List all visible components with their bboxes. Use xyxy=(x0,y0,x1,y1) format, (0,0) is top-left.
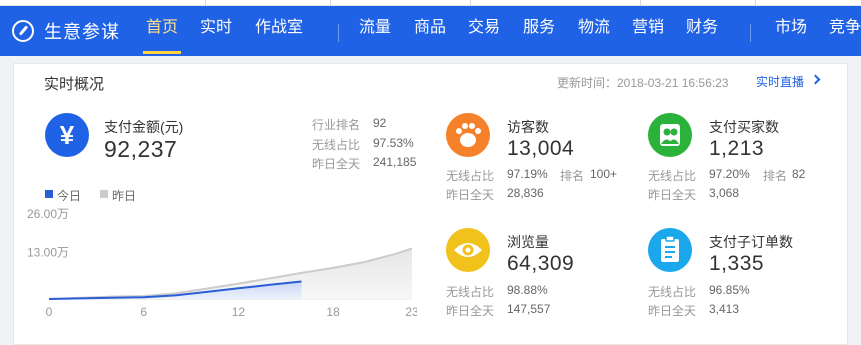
buyers-rank-label: 排名 xyxy=(763,169,788,183)
nav-divider xyxy=(750,24,751,42)
nav-item-realtime[interactable]: 实时 xyxy=(200,6,232,56)
buyers-yesterday-value: 3,068 xyxy=(709,186,740,200)
nav-item-products[interactable]: 商品 xyxy=(414,6,446,56)
visitors-yesterday-label: 昨日全天 xyxy=(446,188,495,202)
nav-item-competition[interactable]: 竞争 xyxy=(829,6,861,56)
buyers-value: 1,213 xyxy=(709,137,765,160)
buyers-label: 支付买家数 xyxy=(709,119,779,135)
nav-item-traffic[interactable]: 流量 xyxy=(359,6,391,56)
payment-amount-label: 支付金额(元) xyxy=(104,119,184,135)
yesterday-total-label: 昨日全天 xyxy=(312,157,361,171)
nav-item-war-room[interactable]: 作战室 xyxy=(255,6,303,56)
clipboard-icon xyxy=(648,228,692,272)
compass-icon xyxy=(12,20,34,42)
svg-text:¥: ¥ xyxy=(60,120,75,150)
buyers-wireless-value: 97.20% xyxy=(709,167,750,181)
top-nav-bar: 生意参谋 首页 实时 作战室 流量 商品 交易 服务 物流 营销 财务 市场 竞… xyxy=(0,6,861,56)
nav-item-finance[interactable]: 财务 xyxy=(686,6,718,56)
nav-item-service[interactable]: 服务 xyxy=(523,6,555,56)
wireless-share-label: 无线占比 xyxy=(312,138,361,152)
suborders-yesterday-value: 3,413 xyxy=(709,302,740,316)
pageviews-wireless-label: 无线占比 xyxy=(446,285,495,299)
pageviews-label: 浏览量 xyxy=(507,234,549,250)
yuan-icon: ¥ xyxy=(45,113,89,157)
chevron-right-icon[interactable] xyxy=(810,74,821,85)
suborders-label: 支付子订单数 xyxy=(709,234,793,250)
pageviews-yesterday-value: 147,557 xyxy=(507,302,551,316)
visitors-label: 访客数 xyxy=(507,119,549,135)
logo-text: 生意参谋 xyxy=(44,22,120,42)
suborders-value: 1,335 xyxy=(709,252,765,275)
industry-rank-value: 92 xyxy=(373,116,387,130)
suborders-yesterday-label: 昨日全天 xyxy=(648,304,697,318)
visitors-wireless-value: 97.19% xyxy=(507,167,548,181)
nav-divider xyxy=(338,24,339,42)
buyers-yesterday-label: 昨日全天 xyxy=(648,188,697,202)
buyers-wireless-label: 无线占比 xyxy=(648,169,697,183)
suborders-wireless-value: 96.85% xyxy=(709,283,750,297)
visitors-rank-label: 排名 xyxy=(560,169,585,183)
nav-item-marketing[interactable]: 营销 xyxy=(632,6,664,56)
y-tick-label: 26.00万 xyxy=(27,207,69,221)
card-title: 实时概况 xyxy=(44,76,105,93)
pageviews-value: 64,309 xyxy=(507,252,575,275)
footprint-icon xyxy=(446,113,490,157)
realtime-live-link[interactable]: 实时直播 xyxy=(756,73,804,90)
industry-rank-label: 行业排名 xyxy=(312,118,361,132)
x-tick-label: 23 xyxy=(405,305,417,319)
payment-amount-value: 92,237 xyxy=(104,136,178,162)
pageviews-wireless-value: 98.88% xyxy=(507,283,548,297)
nav-item-trade[interactable]: 交易 xyxy=(468,6,500,56)
yesterday-total-value: 241,185 xyxy=(373,155,417,169)
wireless-share-value: 97.53% xyxy=(373,136,414,150)
eye-icon xyxy=(446,228,490,272)
x-tick-label: 0 xyxy=(46,305,53,319)
legend-yesterday-label: 昨日 xyxy=(112,189,137,203)
visitors-value: 13,004 xyxy=(507,137,575,160)
nav-item-logistics[interactable]: 物流 xyxy=(578,6,610,56)
suborders-wireless-label: 无线占比 xyxy=(648,285,697,299)
update-time: 更新时间：2018-03-21 16:56:23 xyxy=(557,76,729,90)
legend-yesterday-swatch xyxy=(100,190,108,198)
legend-today-label: 今日 xyxy=(57,189,82,203)
pageviews-yesterday-label: 昨日全天 xyxy=(446,304,495,318)
x-tick-label: 18 xyxy=(326,305,340,319)
visitors-wireless-label: 无线占比 xyxy=(446,169,495,183)
nav-item-home[interactable]: 首页 xyxy=(142,6,182,56)
payment-trend-chart: 26.00万 13.00万 0 6 12 18 23 xyxy=(27,207,417,319)
nav-item-market[interactable]: 市场 xyxy=(775,6,807,56)
buyers-icon xyxy=(648,113,692,157)
logo[interactable]: 生意参谋 xyxy=(12,18,120,44)
x-tick-label: 12 xyxy=(232,305,246,319)
legend-today-swatch xyxy=(45,190,53,198)
visitors-rank-value: 100+ xyxy=(590,167,618,181)
visitors-yesterday-value: 28,836 xyxy=(507,186,544,200)
buyers-rank-value: 82 xyxy=(792,167,806,181)
x-tick-label: 6 xyxy=(140,305,147,319)
y-tick-label: 13.00万 xyxy=(27,246,69,260)
